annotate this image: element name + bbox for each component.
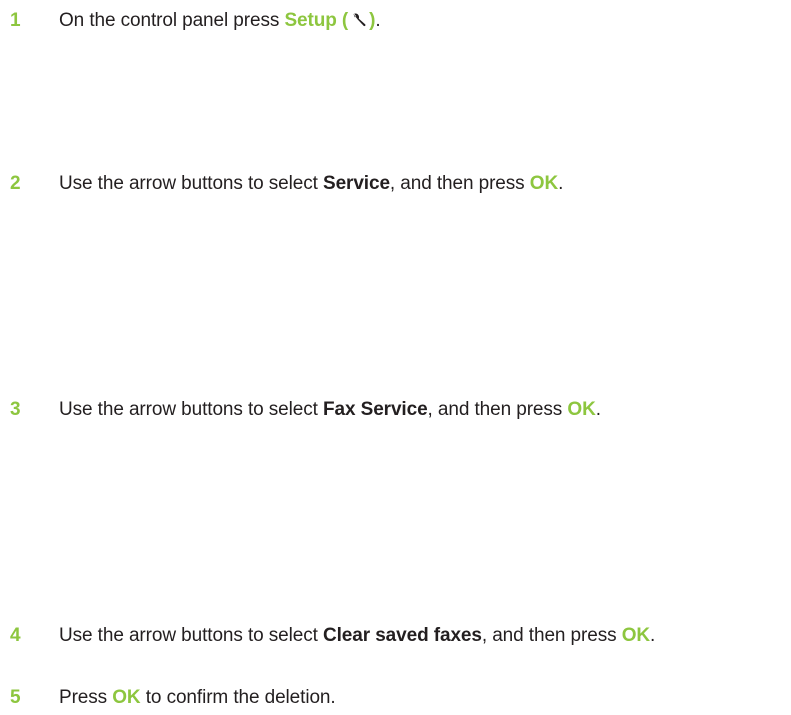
step-text-after: . (650, 625, 656, 646)
step-number: 5 (10, 687, 21, 708)
menu-item-label: Fax Service (323, 399, 428, 420)
menu-item-label: Service (323, 173, 390, 194)
wrench-icon (352, 13, 366, 27)
step-text-before: On the control panel press (59, 10, 285, 31)
step-text-mid: , and then press (481, 625, 622, 646)
ok-button-label: OK (112, 687, 141, 708)
step-text-before: Use the arrow buttons to select (59, 625, 323, 646)
step-text: Use the arrow buttons to select Fax Serv… (59, 399, 601, 421)
step-text-mid: , and then press (427, 399, 568, 420)
step-text: Use the arrow buttons to select Service,… (59, 173, 563, 195)
ok-button-label: OK (621, 625, 651, 646)
step-number: 1 (10, 10, 21, 31)
step-number: 2 (10, 173, 21, 194)
menu-item-label: Clear saved faxes (323, 625, 482, 646)
step-text-after: . (558, 173, 564, 194)
step-number: 4 (10, 625, 21, 646)
step-text-before: Press (59, 687, 113, 708)
step-text-mid: , and then press (389, 173, 530, 194)
ok-button-label: OK (567, 399, 596, 420)
step-text-before: Use the arrow buttons to select (59, 173, 323, 194)
step-number: 3 (10, 399, 21, 420)
step-text-after: . (375, 10, 381, 31)
step-text: On the control panel press Setup ( ). (59, 10, 381, 32)
ok-button-label: OK (529, 173, 559, 194)
step-text-after: . (595, 399, 601, 420)
step-text: Use the arrow buttons to select Clear sa… (59, 625, 655, 647)
step-text-after: to confirm the deletion. (140, 687, 336, 708)
setup-label: Setup ( (284, 10, 349, 31)
step-text-before: Use the arrow buttons to select (59, 399, 323, 420)
step-text: Press OK to confirm the deletion. (59, 687, 336, 709)
setup-button-label: Setup ( ) (284, 10, 375, 31)
